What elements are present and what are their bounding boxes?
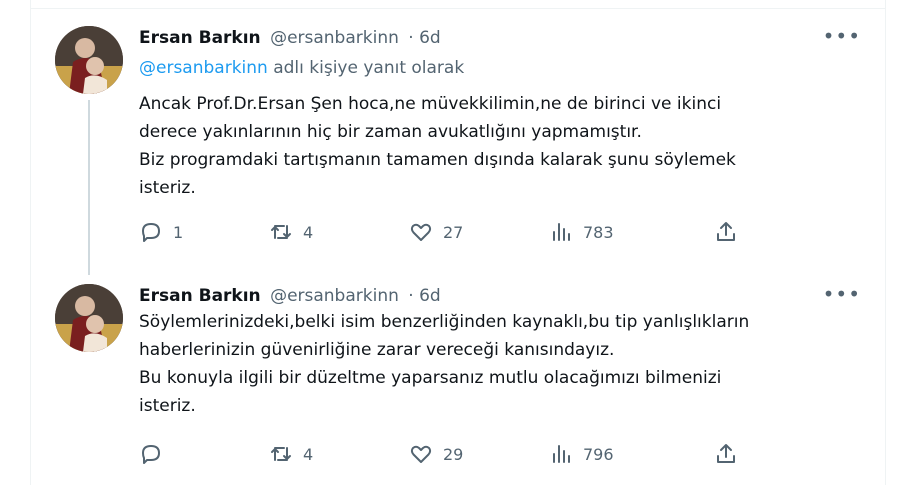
views-icon xyxy=(553,445,570,463)
like-button[interactable]: 29 xyxy=(409,442,463,466)
share-icon xyxy=(717,222,735,241)
tweet-text: Söylemlerinizdeki,belki isim benzerliğin… xyxy=(139,308,839,420)
tweet-line: Bu konuyla ilgili bir düzeltme yaparsanı… xyxy=(139,368,722,388)
views-count: 783 xyxy=(583,222,614,242)
author-handle[interactable]: @ersanbarkinn xyxy=(270,28,399,48)
like-count: 27 xyxy=(443,222,464,242)
reply-to-link[interactable]: @ersanbarkinn xyxy=(139,58,268,78)
retweet-button[interactable]: 4 xyxy=(269,442,313,466)
like-count: 29 xyxy=(443,444,464,464)
more-icon[interactable]: ••• xyxy=(823,24,861,48)
timeline-column: Ersan Barkın @ersanbarkinn · 6d ••• @ers… xyxy=(30,0,886,485)
more-icon[interactable]: ••• xyxy=(823,282,861,306)
author-name[interactable]: Ersan Barkın xyxy=(139,286,261,306)
tweet-time[interactable]: · 6d xyxy=(408,28,440,48)
retweet-button[interactable]: 4 xyxy=(269,220,313,244)
share-button[interactable] xyxy=(714,220,748,244)
retweet-count: 4 xyxy=(303,222,314,242)
share-button[interactable] xyxy=(714,442,748,466)
retweet-icon xyxy=(271,225,291,239)
reply-icon xyxy=(142,445,160,464)
divider xyxy=(31,8,885,9)
like-button[interactable]: 27 xyxy=(409,220,463,244)
reply-button[interactable] xyxy=(139,442,173,466)
views-button[interactable]: 783 xyxy=(549,220,614,244)
avatar[interactable] xyxy=(55,26,123,94)
tweet-text: Ancak Prof.Dr.Ersan Şen hoca,ne müvekkil… xyxy=(139,90,839,202)
tweet[interactable]: Ersan Barkın @ersanbarkinn · 6d ••• @ers… xyxy=(31,20,885,275)
tweet-line: Söylemlerinizdeki,belki isim benzerliğin… xyxy=(139,312,750,332)
tweet-line: isteriz. xyxy=(139,178,196,198)
tweet-line: haberlerinizin güvenirliğine zarar verec… xyxy=(139,340,615,360)
tweet-line: Ancak Prof.Dr.Ersan Şen hoca,ne müvekkil… xyxy=(139,94,722,114)
reply-button[interactable]: 1 xyxy=(139,220,183,244)
reply-to-label: adlı kişiye yanıt olarak xyxy=(273,58,465,78)
tweet-line: derece yakınlarının hiç bir zaman avukat… xyxy=(139,122,642,142)
like-icon xyxy=(410,445,432,463)
reply-icon xyxy=(142,223,160,242)
tweet-line: isteriz. xyxy=(139,396,196,416)
tweet-actions: 1 4 27 783 xyxy=(139,220,845,250)
tweet-line: Biz programdaki tartışmanın tamamen dışı… xyxy=(139,150,736,170)
like-icon xyxy=(410,223,432,241)
thread-line xyxy=(88,100,90,275)
retweet-icon xyxy=(271,447,291,461)
tweet-actions: 4 29 796 xyxy=(139,442,845,472)
avatar[interactable] xyxy=(55,284,123,352)
author-name[interactable]: Ersan Barkın xyxy=(139,28,261,48)
reply-count: 1 xyxy=(173,222,184,242)
tweet-header: Ersan Barkın @ersanbarkinn · 6d xyxy=(139,28,441,48)
views-count: 796 xyxy=(583,444,614,464)
views-button[interactable]: 796 xyxy=(549,442,614,466)
retweet-count: 4 xyxy=(303,444,314,464)
share-icon xyxy=(717,444,735,463)
author-handle[interactable]: @ersanbarkinn xyxy=(270,286,399,306)
tweet-header: Ersan Barkın @ersanbarkinn · 6d xyxy=(139,286,441,306)
tweet-time[interactable]: · 6d xyxy=(408,286,440,306)
views-icon xyxy=(553,223,570,241)
reply-context: @ersanbarkinn adlı kişiye yanıt olarak xyxy=(139,58,464,78)
tweet[interactable]: Ersan Barkın @ersanbarkinn · 6d ••• Söyl… xyxy=(31,278,885,485)
